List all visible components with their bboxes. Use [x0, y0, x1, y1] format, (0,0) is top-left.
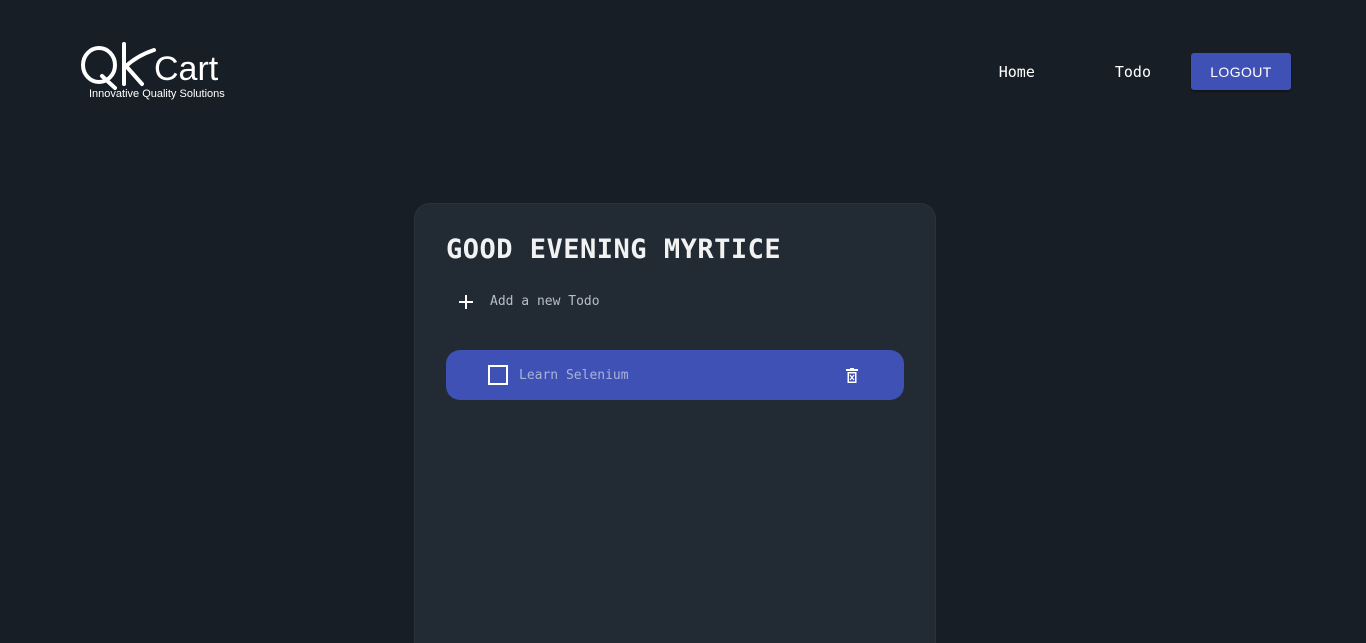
todo-checkbox[interactable]: [488, 365, 508, 385]
todo-card: GOOD EVENING MYRTICE Learn Selenium: [414, 203, 936, 643]
greeting-title: GOOD EVENING MYRTICE: [446, 234, 782, 265]
nav-todo-link[interactable]: Todo: [1115, 63, 1151, 81]
add-todo-input[interactable]: [490, 294, 790, 309]
logout-button[interactable]: LOGOUT: [1191, 53, 1291, 90]
add-todo-row[interactable]: [459, 294, 790, 309]
qkart-logo[interactable]: Cart Innovative Quality Solutions: [80, 40, 240, 104]
todo-text: Learn Selenium: [519, 367, 629, 383]
trash-icon: [846, 367, 858, 383]
logo-tagline: Innovative Quality Solutions: [89, 88, 225, 100]
plus-icon[interactable]: [459, 294, 473, 309]
nav-home-link[interactable]: Home: [999, 63, 1035, 81]
delete-todo-button[interactable]: [844, 366, 860, 384]
logo-wordmark: Cart: [154, 50, 219, 88]
todo-item[interactable]: Learn Selenium: [446, 350, 904, 400]
top-nav: Home Todo LOGOUT: [999, 53, 1291, 90]
page: Cart Innovative Quality Solutions Home T…: [0, 0, 1366, 643]
